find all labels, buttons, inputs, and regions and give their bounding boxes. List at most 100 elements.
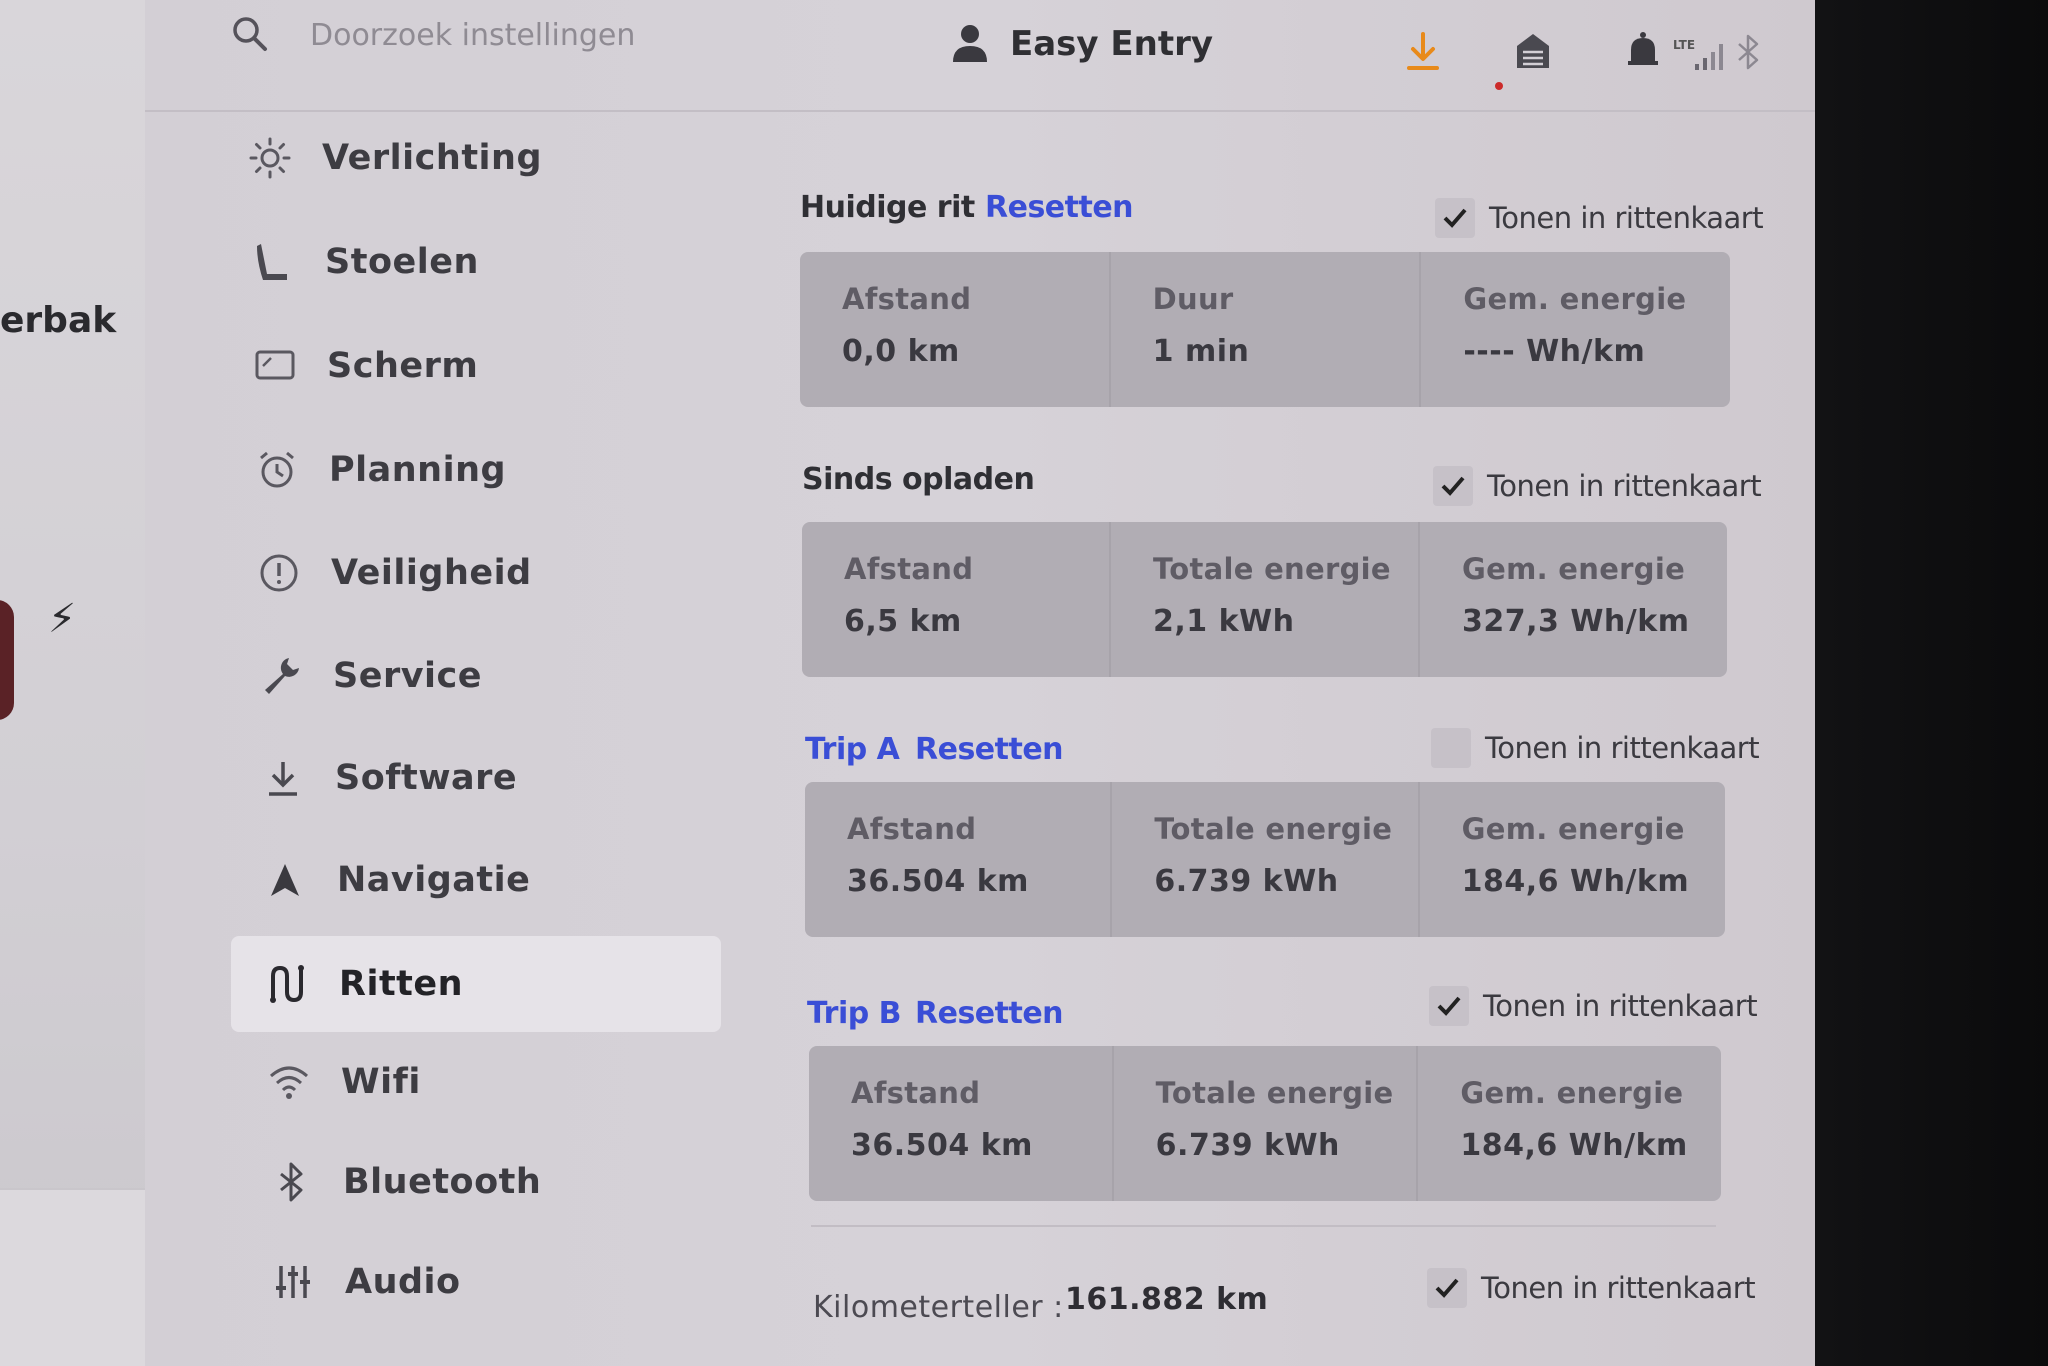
sidebar-item-veiligheid[interactable]: Veiligheid: [239, 527, 739, 619]
car-graphic: [0, 600, 14, 720]
equalizer-icon: [263, 1252, 323, 1312]
top-bar: Doorzoek instellingen Easy Entry LTE: [145, 0, 1815, 112]
search-icon[interactable]: [230, 14, 270, 54]
stat-cell: Totale energie 6.739 kWh: [1114, 1046, 1419, 1201]
alert-circle-icon: [249, 543, 309, 603]
sidebar-item-label: Wifi: [341, 1062, 421, 1102]
checkbox-label: Tonen in rittenkaart: [1489, 201, 1764, 235]
stat-value: 6,5 km: [844, 604, 962, 639]
driver-profile-label[interactable]: Easy Entry: [1010, 24, 1213, 64]
stat-label: Afstand: [844, 552, 974, 586]
sidebar-item-wifi[interactable]: Wifi: [249, 1036, 749, 1128]
stat-cell: Totale energie 2,1 kWh: [1111, 522, 1420, 677]
stat-label: Gem. energie: [1460, 1076, 1684, 1110]
stat-value: 2,1 kWh: [1153, 604, 1295, 639]
checkbox-label: Tonen in rittenkaart: [1485, 731, 1760, 765]
sidebar-item-bluetooth[interactable]: Bluetooth: [251, 1136, 751, 1228]
stat-label: Totale energie: [1154, 812, 1393, 846]
stat-cell: Afstand 36.504 km: [805, 782, 1113, 937]
signal-icon: [1695, 44, 1723, 70]
garage-icon[interactable]: [1513, 30, 1553, 74]
stat-value: 327,3 Wh/km: [1462, 604, 1690, 639]
user-icon[interactable]: [950, 22, 990, 66]
odometer-label: Kilometerteller :: [813, 1290, 1064, 1325]
stat-label: Gem. energie: [1461, 812, 1685, 846]
stat-cell: Totale energie 6.739 kWh: [1112, 782, 1420, 937]
lte-label: LTE: [1673, 38, 1696, 52]
trip-a-show-checkbox[interactable]: Tonen in rittenkaart: [1431, 728, 1760, 768]
trip-b-reset-button[interactable]: Resetten: [915, 996, 1064, 1031]
display-icon: [245, 336, 305, 396]
since-charge-show-checkbox[interactable]: Tonen in rittenkaart: [1433, 466, 1762, 506]
stat-label: Afstand: [847, 812, 977, 846]
stat-cell: Gem. energie 327,3 Wh/km: [1420, 522, 1727, 677]
stat-cell: Gem. energie ---- Wh/km: [1421, 252, 1730, 407]
trip-b-show-checkbox[interactable]: Tonen in rittenkaart: [1429, 986, 1758, 1026]
stat-value: 184,6 Wh/km: [1460, 1128, 1688, 1163]
download-icon: [253, 748, 313, 808]
odometer-divider: [811, 1225, 1716, 1227]
stat-value: 0,0 km: [842, 334, 960, 369]
sidebar-item-ritten[interactable]: Ritten: [231, 936, 721, 1032]
stat-cell: Afstand 6,5 km: [802, 522, 1111, 677]
odometer-value: 161.882 km: [1065, 1282, 1269, 1317]
sidebar-item-label: Navigatie: [337, 860, 531, 900]
charging-bolt-icon: ⚡: [48, 596, 77, 642]
sidebar-item-label: Veiligheid: [331, 553, 532, 593]
checkbox[interactable]: [1429, 986, 1469, 1026]
sidebar-item-label: Verlichting: [322, 138, 543, 178]
trip-a-card: Afstand 36.504 km Totale energie 6.739 kWh…: [805, 782, 1725, 937]
stat-label: Gem. energie: [1463, 282, 1687, 316]
seat-icon: [243, 232, 303, 292]
checkbox[interactable]: [1435, 198, 1475, 238]
stat-value: 184,6 Wh/km: [1461, 864, 1690, 899]
checkbox-label: Tonen in rittenkaart: [1481, 1271, 1756, 1305]
settings-sidebar: Verlichting Stoelen Scherm Planning Veil…: [145, 112, 765, 1366]
sidebar-item-label: Scherm: [327, 346, 479, 386]
stat-value: 1 min: [1152, 334, 1250, 369]
checkbox-label: Tonen in rittenkaart: [1487, 469, 1762, 503]
since-charge-title: Sinds opladen: [802, 462, 1035, 497]
checkbox[interactable]: [1431, 728, 1471, 768]
lower-left-panel: [0, 1188, 148, 1366]
map-panel: erbak ⚡: [0, 0, 148, 1366]
stat-cell: Afstand 36.504 km: [809, 1046, 1114, 1201]
sidebar-item-label: Planning: [329, 450, 507, 490]
stat-label: Duur: [1152, 282, 1234, 316]
stat-value: ---- Wh/km: [1463, 334, 1646, 369]
sidebar-item-label: Software: [335, 758, 518, 798]
stat-value: 36.504 km: [847, 864, 1029, 899]
sidebar-item-service[interactable]: Service: [241, 630, 741, 722]
sidebar-item-navigatie[interactable]: Navigatie: [245, 834, 745, 926]
sidebar-item-verlichting[interactable]: Verlichting: [230, 112, 730, 204]
sidebar-item-label: Bluetooth: [343, 1162, 542, 1202]
stat-cell: Duur 1 min: [1111, 252, 1422, 407]
sidebar-item-audio[interactable]: Audio: [253, 1236, 753, 1328]
current-trip-title: Huidige rit: [800, 190, 975, 225]
stat-cell: Gem. energie 184,6 Wh/km: [1418, 1046, 1721, 1201]
sidebar-item-scherm[interactable]: Scherm: [235, 320, 735, 412]
trip-a-reset-button[interactable]: Resetten: [915, 732, 1064, 767]
sidebar-item-stoelen[interactable]: Stoelen: [233, 216, 733, 308]
checkbox[interactable]: [1427, 1268, 1467, 1308]
sidebar-item-planning[interactable]: Planning: [237, 424, 737, 516]
sidebar-item-software[interactable]: Software: [243, 732, 743, 824]
stat-value: 36.504 km: [851, 1128, 1033, 1163]
stat-label: Gem. energie: [1462, 552, 1686, 586]
search-input[interactable]: Doorzoek instellingen: [310, 18, 635, 53]
alarm-clock-icon: [247, 440, 307, 500]
odometer-show-checkbox[interactable]: Tonen in rittenkaart: [1427, 1268, 1756, 1308]
current-trip-reset-button[interactable]: Resetten: [985, 190, 1134, 225]
current-trip-show-checkbox[interactable]: Tonen in rittenkaart: [1435, 198, 1764, 238]
bell-icon[interactable]: [1623, 30, 1663, 74]
checkbox[interactable]: [1433, 466, 1473, 506]
current-trip-card: Afstand 0,0 km Duur 1 min Gem. energie ----…: [800, 252, 1730, 407]
sidebar-item-label: Stoelen: [325, 242, 479, 282]
stat-label: Afstand: [842, 282, 972, 316]
download-icon[interactable]: [1403, 30, 1443, 74]
bluetooth-icon[interactable]: [1728, 30, 1768, 74]
notification-dot: [1495, 82, 1503, 90]
settings-screen: Doorzoek instellingen Easy Entry LTE Ver…: [145, 0, 1815, 1366]
bluetooth-icon: [261, 1152, 321, 1212]
since-charge-card: Afstand 6,5 km Totale energie 2,1 kWh Gem.…: [802, 522, 1727, 677]
